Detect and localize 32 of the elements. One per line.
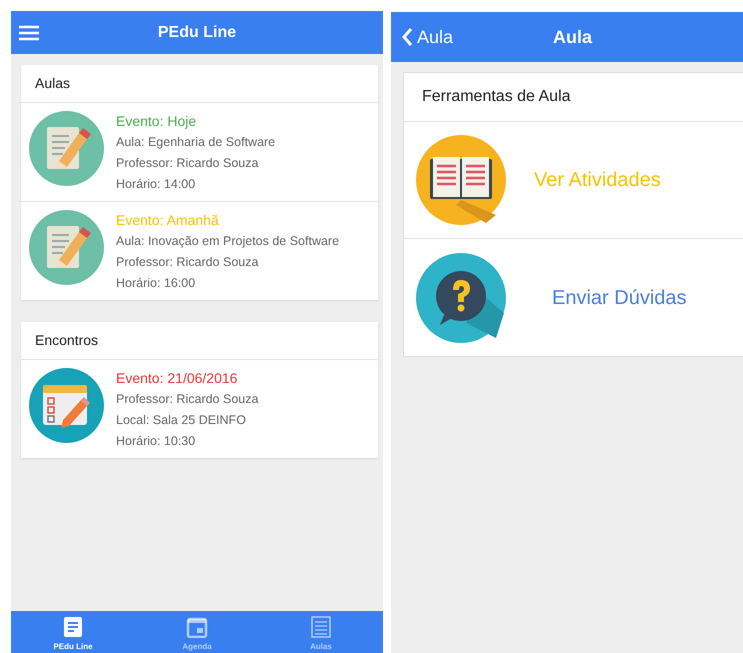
event-detail: Horário: 14:00 (116, 176, 196, 193)
event-detail: Aula: Inovação em Projetos de Software (116, 233, 340, 250)
event-item[interactable]: Evento: Amanhã Aula: Inovação em Projetos de Software Professor: Ricardo Souza Horário: 16:00 (21, 202, 378, 300)
tool-link[interactable]: Enviar Dúvidas (552, 282, 687, 312)
event-detail: Horário: 10:30 (116, 433, 196, 450)
event-label: Evento: Hoje (116, 112, 198, 131)
document-icon (63, 616, 83, 638)
screen-title: Aula (553, 26, 592, 48)
back-button[interactable]: Aula (401, 24, 454, 50)
event-label: Evento: Amanhã (116, 211, 220, 230)
question-bubble-icon (416, 252, 506, 342)
app-title: PEdu Line (158, 22, 236, 42)
section-title: Aulas (21, 65, 378, 103)
event-detail: Aula: Egenharia de Software (116, 134, 276, 151)
event-item[interactable]: Evento: 21/06/2016 Professor: Ricardo Souza Local: Sala 25 DEINFO Horário: 10:30 (21, 360, 378, 458)
calendar-icon (186, 616, 208, 638)
event-detail: Horário: 16:00 (116, 275, 196, 292)
bottom-tab[interactable]: PEdu Line (11, 611, 135, 653)
open-book-icon (416, 135, 506, 225)
event-item[interactable]: Evento: Hoje Aula: Egenharia de Software Professor: Ricardo Souza Horário: 14:00 (21, 103, 378, 202)
event-detail: Professor: Ricardo Souza (116, 254, 260, 271)
event-detail: Professor: Ricardo Souza (116, 155, 260, 172)
menu-icon[interactable] (19, 24, 39, 40)
card-title: Ferramentas de Aula (404, 73, 743, 122)
bottom-tab[interactable]: Agenda (135, 611, 259, 653)
section-title: Encontros (21, 322, 378, 360)
back-chevron-icon (401, 27, 413, 47)
event-detail: Professor: Ricardo Souza (116, 391, 258, 408)
event-detail: Local: Sala 25 DEINFO (116, 412, 247, 429)
list-icon (311, 616, 331, 638)
event-label: Evento: 21/06/2016 (116, 369, 238, 388)
bottom-tab[interactable]: Aulas (259, 611, 383, 653)
